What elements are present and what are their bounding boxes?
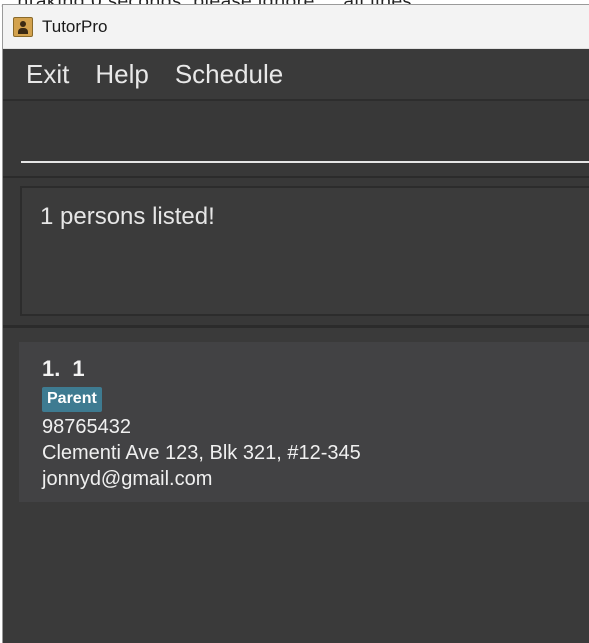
menu-bar: Exit Help Schedule [3, 49, 589, 101]
person-list: 1. 1 Parent 98765432 Clementi Ave 123, Bl… [3, 328, 589, 643]
list-item[interactable]: 1. 1 Parent 98765432 Clementi Ave 123, Bl… [19, 342, 589, 502]
tag-badge: Parent [42, 387, 102, 412]
person-address: Clementi Ave 123, Blk 321, #12-345 [42, 442, 361, 464]
menu-schedule[interactable]: Schedule [162, 59, 296, 90]
command-box [3, 101, 589, 178]
person-phone: 98765432 [42, 416, 131, 438]
person-header: 1. 1 [42, 356, 85, 382]
title-bar[interactable]: TutorPro [3, 5, 589, 49]
command-input[interactable] [21, 121, 589, 163]
result-display: 1 persons listed! [3, 178, 589, 328]
person-name: 1 [72, 356, 85, 381]
result-text-area[interactable]: 1 persons listed! [20, 186, 589, 316]
result-message: 1 persons listed! [40, 203, 215, 230]
menu-exit[interactable]: Exit [3, 59, 82, 90]
menu-help[interactable]: Help [82, 59, 161, 90]
address-book-icon [13, 16, 33, 37]
person-index: 1. [42, 356, 61, 381]
person-email: jonnyd@gmail.com [42, 468, 213, 490]
app-window: TutorPro Exit Help Schedule 1 persons li… [2, 4, 589, 643]
window-title: TutorPro [42, 16, 108, 36]
